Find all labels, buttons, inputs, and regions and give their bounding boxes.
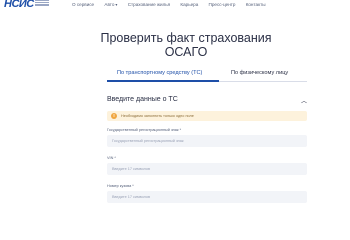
chevron-down-icon: ▾ <box>115 2 118 7</box>
body-number-label: Номер кузова * <box>107 184 134 188</box>
nav-item-contacts[interactable]: Контакты <box>246 2 266 7</box>
nav-item-career[interactable]: Карьера <box>180 2 198 7</box>
body-number-field-wrapper <box>107 191 307 203</box>
main-nav: О сервисе Авто▾ Страхование жилья Карьер… <box>72 2 275 7</box>
info-icon: ! <box>111 113 117 119</box>
vin-label: VIN * <box>107 156 116 160</box>
plate-number-input[interactable] <box>107 135 307 147</box>
site-logo[interactable]: НСИС <box>4 0 49 10</box>
nav-item-auto[interactable]: Авто▾ <box>104 2 117 7</box>
form-notice-text: Необходимо заполнить только одно поле <box>121 113 194 118</box>
tab-by-person[interactable]: По физическому лицу <box>231 70 288 76</box>
section-title: Введите данные о ТС <box>107 96 178 103</box>
active-tab-indicator <box>107 80 219 82</box>
form-notice: ! Необходимо заполнить только одно поле <box>107 111 307 121</box>
vin-input[interactable] <box>107 163 307 175</box>
page-title: Проверить факт страхования ОСАГО <box>100 31 272 59</box>
plate-number-label: Государственный регистрационный знак * <box>107 128 182 132</box>
logo-text: НСИС <box>4 0 34 10</box>
page-title-line-2: ОСАГО <box>164 45 208 59</box>
tab-by-vehicle[interactable]: По транспортному средству (ТС) <box>117 70 202 76</box>
plate-number-field-wrapper <box>107 135 307 147</box>
search-mode-tabs: По транспортному средству (ТС) По физиче… <box>107 70 307 84</box>
nav-item-auto-label: Авто <box>104 2 115 7</box>
logo-tagline-mark <box>35 0 49 7</box>
nav-item-about[interactable]: О сервисе <box>72 2 94 7</box>
chevron-up-icon[interactable]: ︿ <box>301 96 307 105</box>
page-title-line-1: Проверить факт страхования <box>100 31 272 45</box>
site-header: НСИС О сервисе Авто▾ Страхование жилья К… <box>0 0 350 14</box>
nav-item-press-center[interactable]: Пресс-центр <box>209 2 236 7</box>
vin-field-wrapper <box>107 163 307 175</box>
body-number-input[interactable] <box>107 191 307 203</box>
nav-item-home-insurance[interactable]: Страхование жилья <box>128 2 170 7</box>
